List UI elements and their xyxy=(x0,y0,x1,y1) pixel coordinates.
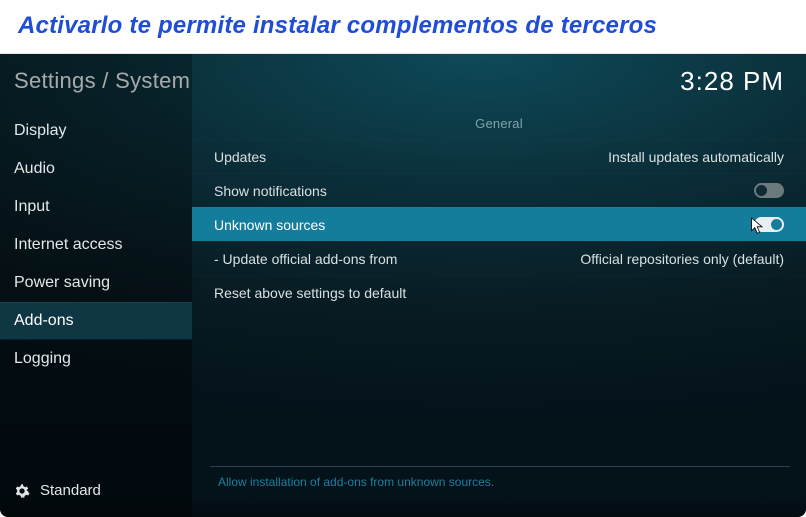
sidebar-item-logging[interactable]: Logging xyxy=(0,340,192,378)
setting-label: Show notifications xyxy=(214,183,327,199)
sidebar-item-label: Logging xyxy=(14,350,71,368)
kodi-settings-window: Settings / System 3:28 PM Display Audio … xyxy=(0,54,806,517)
gear-icon xyxy=(14,483,30,499)
setting-label: Updates xyxy=(214,149,266,165)
footer-divider xyxy=(210,466,790,467)
setting-reset-defaults[interactable]: Reset above settings to default xyxy=(192,275,806,309)
sidebar-item-input[interactable]: Input xyxy=(0,188,192,226)
sidebar-item-display[interactable]: Display xyxy=(0,112,192,150)
toggle-on-icon[interactable] xyxy=(754,217,784,232)
screenshot-frame: Activarlo te permite instalar complement… xyxy=(0,0,806,517)
sidebar-item-label: Internet access xyxy=(14,236,123,254)
sidebar-item-internet-access[interactable]: Internet access xyxy=(0,226,192,264)
setting-update-official-addons-from[interactable]: - Update official add-ons from Official … xyxy=(192,241,806,275)
settings-level-label: Standard xyxy=(40,482,101,499)
annotation-caption: Activarlo te permite instalar complement… xyxy=(18,12,788,40)
sidebar: Display Audio Input Internet access Powe… xyxy=(0,54,192,517)
settings-rows: Updates Install updates automatically Sh… xyxy=(192,139,806,309)
setting-value: Install updates automatically xyxy=(608,149,784,165)
sidebar-item-audio[interactable]: Audio xyxy=(0,150,192,188)
setting-label: Unknown sources xyxy=(214,217,325,233)
sidebar-item-label: Power saving xyxy=(14,274,110,292)
footer-hint: Allow installation of add-ons from unkno… xyxy=(218,475,494,489)
sidebar-item-label: Audio xyxy=(14,160,55,178)
setting-updates[interactable]: Updates Install updates automatically xyxy=(192,139,806,173)
section-header-general: General xyxy=(192,112,806,139)
sidebar-item-label: Input xyxy=(14,198,50,216)
sidebar-item-label: Display xyxy=(14,122,66,140)
setting-label: - Update official add-ons from xyxy=(214,251,397,267)
main-panel: General Updates Install updates automati… xyxy=(192,54,806,517)
settings-level-button[interactable]: Standard xyxy=(0,476,192,505)
sidebar-item-label: Add-ons xyxy=(14,312,74,330)
sidebar-item-power-saving[interactable]: Power saving xyxy=(0,264,192,302)
setting-show-notifications[interactable]: Show notifications xyxy=(192,173,806,207)
toggle-off-icon[interactable] xyxy=(754,183,784,198)
setting-value: Official repositories only (default) xyxy=(580,251,784,267)
setting-label: Reset above settings to default xyxy=(214,285,406,301)
setting-unknown-sources[interactable]: Unknown sources xyxy=(192,207,806,241)
sidebar-item-add-ons[interactable]: Add-ons xyxy=(0,302,192,340)
annotation-caption-bar: Activarlo te permite instalar complement… xyxy=(0,0,806,54)
